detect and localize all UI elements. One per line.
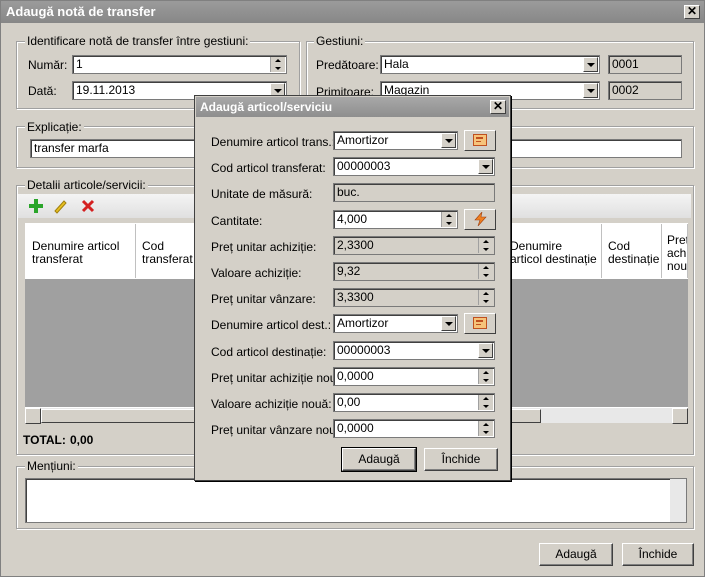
add-icon[interactable] [28,198,44,214]
valoare-achizitie-spinner[interactable] [478,264,493,279]
numar-label: Număr: [28,58,68,72]
col-header[interactable]: Denumire articol destinație [504,224,602,278]
detalii-group-label: Detalii articole/servicii: [25,178,148,192]
vertical-scrollbar[interactable] [670,479,686,522]
chevron-down-icon[interactable] [441,133,456,148]
cod-trans-label: Cod articol transferat: [211,161,326,175]
delete-icon[interactable] [80,198,96,214]
pret-vanzare-value: 3,3300 [337,290,374,304]
chevron-down-icon[interactable] [441,316,456,331]
um-label: Unitate de măsură: [211,187,313,201]
explicatie-group-label: Explicație: [25,120,84,134]
um-field: buc. [333,183,495,202]
denumire-trans-value: Amortizor [337,133,389,147]
scroll-right-icon[interactable] [672,408,688,424]
gestiuni-group-label: Gestiuni: [314,34,366,48]
dialog-close-icon[interactable]: ✕ [490,100,506,114]
predatoare-value: Hala [384,57,409,71]
chevron-down-icon[interactable] [583,57,598,72]
col-header[interactable]: Denumire articol transferat [26,224,136,278]
predatoare-label: Predătoare: [316,58,379,72]
pret-achizitie-nou-label: Preț unitar achiziție nou: [211,371,340,385]
inchide-button[interactable]: Închide [622,543,694,566]
col-header[interactable]: Preț achiziție nou [662,224,688,278]
dialog-title: Adaugă articol/serviciu [200,100,333,114]
pret-vanzare-nou-value: 0,0000 [337,421,374,435]
catalog-icon [473,134,487,146]
valoare-achizitie-value: 9,32 [337,264,361,278]
col-header[interactable]: Cod transferat [136,224,196,278]
predatoare-code: 0001 [608,55,682,74]
numar-value: 1 [76,57,83,71]
browse-dest-articles-button[interactable] [464,313,496,334]
pret-vanzare-spinner[interactable] [478,290,493,305]
valoare-achizitie-noua-input[interactable]: 0,00 [333,393,495,412]
data-label: Dată: [28,84,57,98]
total-value: 0,00 [70,433,94,447]
chevron-down-icon[interactable] [478,159,493,174]
pret-vanzare-nou-input[interactable]: 0,0000 [333,419,495,438]
lightning-icon [474,212,487,226]
valoare-achizitie-field: 9,32 [333,262,495,281]
browse-articles-button[interactable] [464,130,496,151]
chevron-down-icon[interactable] [478,343,493,358]
denumire-trans-label: Denumire articol trans.: [211,135,336,149]
cod-dest-label: Cod articol destinație: [211,345,327,359]
valoare-achizitie-noua-spinner[interactable] [478,395,493,410]
cantitate-value: 4,000 [337,212,368,226]
pret-achizitie-label: Preț unitar achiziție: [211,240,317,254]
denumire-trans-select[interactable]: Amortizor [333,131,458,150]
pret-achizitie-value: 2,3300 [337,238,374,252]
col-header[interactable]: Cod destinație [602,224,662,278]
dialog-inchide-button[interactable]: Închide [424,448,498,471]
denumire-dest-select[interactable]: Amortizor [333,314,458,333]
cod-dest-select[interactable]: 00000003 [333,341,495,360]
mentiuni-textarea[interactable] [25,478,687,523]
numar-input[interactable]: 1 [72,55,287,74]
pret-vanzare-field: 3,3300 [333,288,495,307]
cantitate-input[interactable]: 4,000 [333,210,458,229]
predatoare-select[interactable]: Hala [380,55,600,74]
window-titlebar: Adaugă notă de transfer [1,1,704,23]
add-article-dialog: Adaugă articol/serviciu ✕ Denumire artic… [194,95,511,481]
pret-vanzare-label: Preț unitar vânzare: [211,292,316,306]
cantitate-spinner[interactable] [441,212,456,227]
cantitate-label: Cantitate: [211,214,263,228]
cod-trans-select[interactable]: 00000003 [333,157,495,176]
pret-vanzare-nou-spinner[interactable] [478,421,493,436]
cod-trans-value: 00000003 [337,159,391,173]
scroll-left-icon[interactable] [25,408,41,424]
valoare-achizitie-noua-value: 0,00 [337,395,361,409]
pret-achizitie-nou-value: 0,0000 [337,369,374,383]
mentiuni-group-label: Mențiuni: [25,459,78,473]
ident-group-label: Identificare notă de transfer între gest… [25,34,251,48]
dialog-titlebar: Adaugă articol/serviciu [196,97,509,117]
cod-dest-value: 00000003 [337,343,391,357]
dialog-adauga-button[interactable]: Adaugă [341,447,417,472]
edit-pencil-icon[interactable] [52,198,68,214]
total-label: TOTAL: [23,433,66,447]
pret-achizitie-nou-spinner[interactable] [478,369,493,384]
denumire-dest-value: Amortizor [337,316,389,330]
calculate-button[interactable] [464,209,496,230]
chevron-down-icon[interactable] [583,83,598,98]
pret-achizitie-spinner[interactable] [478,238,493,253]
denumire-dest-label: Denumire articol dest.: [211,318,332,332]
window-title: Adaugă notă de transfer [6,4,156,19]
adauga-button[interactable]: Adaugă [539,543,613,566]
data-value: 19.11.2013 [76,83,136,97]
primitoare-code: 0002 [608,81,682,100]
valoare-achizitie-noua-label: Valoare achiziție nouă: [211,397,332,411]
pret-achizitie-field: 2,3300 [333,236,495,255]
close-icon[interactable]: ✕ [684,5,700,19]
valoare-achizitie-label: Valoare achiziție: [211,266,302,280]
pret-vanzare-nou-label: Preț unitar vânzare nou: [211,423,340,437]
catalog-icon [473,317,487,329]
pret-achizitie-nou-input[interactable]: 0,0000 [333,367,495,386]
numar-spinner[interactable] [270,57,285,72]
